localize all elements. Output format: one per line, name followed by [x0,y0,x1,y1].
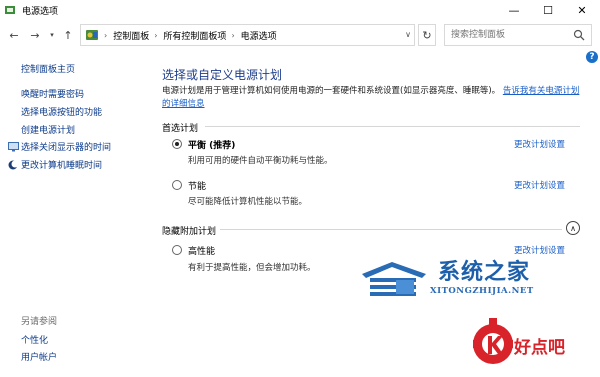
sidebar-item-label: 选择关闭显示器的时间 [21,143,112,153]
plan-name-high-performance[interactable]: 高性能 [188,244,215,257]
change-plan-settings-link-balanced[interactable]: 更改计划设置 [514,138,565,150]
moon-icon [8,160,19,169]
arrow-left-icon: ← [9,28,19,42]
plan-radio-balanced[interactable] [172,139,182,149]
divider [220,229,562,230]
breadcrumb-all-items[interactable]: 所有控制面板项 [163,29,226,42]
sidebar-item-personalization[interactable]: 个性化 [21,333,48,346]
watermark-gear-logo-icon [473,318,513,364]
title-bar: 电源选项 — ☐ ✕ [0,0,600,20]
watermark-subtext: XITONGZHIJIA.NET [430,286,534,296]
divider [205,126,580,127]
sidebar-item-wake-password[interactable]: 唤醒时需要密码 [21,87,84,100]
sidebar-item-sleep-time[interactable]: 更改计算机睡眠时间 [8,158,102,171]
breadcrumb-control-panel[interactable]: 控制面板 [113,29,149,42]
hidden-plans-heading: 隐藏附加计划 [162,227,217,237]
sidebar-item-label: 更改计算机睡眠时间 [21,161,103,171]
see-also-heading: 另请参阅 [21,317,58,327]
refresh-icon: ↻ [422,28,432,42]
up-button[interactable]: ↑ [60,26,76,44]
plan-name-balanced[interactable]: 平衡 (推荐) [188,138,235,151]
watermark-text: 系统之家 [438,259,531,285]
watermark-logo-icon [362,262,426,296]
back-button[interactable]: ← [6,26,22,44]
forward-button[interactable]: → [27,26,43,44]
sidebar-item-display-off[interactable]: 选择关闭显示器的时间 [8,140,111,153]
maximize-button[interactable]: ☐ [531,0,565,20]
breadcrumb-separator: › [231,30,235,40]
change-plan-settings-link-power-saver[interactable]: 更改计划设置 [514,179,565,191]
monitor-icon [8,141,19,151]
breadcrumb-power-options[interactable]: 电源选项 [241,29,277,42]
address-dropdown-icon[interactable]: ∨ [405,30,411,39]
recent-locations-button[interactable]: ▾ [44,26,60,44]
collapse-hidden-plans-button[interactable]: ∧ [566,221,580,235]
control-panel-icon [86,30,98,40]
plan-radio-high-performance[interactable] [172,245,182,255]
minimize-button[interactable]: — [497,0,531,20]
plan-name-power-saver[interactable]: 节能 [188,179,206,192]
search-icon [573,29,585,41]
sidebar-item-power-buttons[interactable]: 选择电源按钮的功能 [21,105,102,118]
refresh-button[interactable]: ↻ [418,24,436,46]
chevron-down-icon: ▾ [50,31,54,39]
arrow-right-icon: → [30,28,40,42]
close-button[interactable]: ✕ [565,0,599,20]
window-title: 电源选项 [22,7,59,17]
breadcrumb-separator: › [104,30,108,40]
watermark-text-2: 好点吧 [514,338,565,358]
plan-desc-balanced: 利用可用的硬件自动平衡功耗与性能。 [188,156,333,166]
plan-desc-power-saver: 尽可能降低计算机性能以节能。 [188,197,308,207]
page-title: 选择或自定义电源计划 [162,68,283,82]
preferred-plans-heading: 首选计划 [162,124,199,134]
plan-desc-high-performance: 有利于提高性能，但会增加功耗。 [188,263,316,273]
navigation-bar: ← → ▾ ↑ › 控制面板 › 所有控制面板项 › 电源选项 ∨ ↻ [0,22,600,48]
breadcrumb-separator: › [154,30,158,40]
sidebar-item-control-panel-home[interactable]: 控制面板主页 [21,62,75,75]
address-bar[interactable]: › 控制面板 › 所有控制面板项 › 电源选项 ∨ [80,24,415,46]
plan-radio-power-saver[interactable] [172,180,182,190]
arrow-up-icon: ↑ [63,28,73,42]
sidebar-item-create-plan[interactable]: 创建电源计划 [21,123,75,136]
search-input[interactable] [451,25,576,45]
search-box[interactable] [444,24,592,46]
page-description: 电源计划是用于管理计算机如何使用电源的一套硬件和系统设置(如显示器亮度、睡眠等)… [162,85,582,111]
power-options-icon [5,6,15,14]
chevron-up-icon: ∧ [570,223,576,233]
sidebar-item-user-accounts[interactable]: 用户帐户 [21,350,57,363]
description-text: 电源计划是用于管理计算机如何使用电源的一套硬件和系统设置(如显示器亮度、睡眠等)… [162,86,501,96]
help-icon[interactable]: ? [586,51,598,63]
